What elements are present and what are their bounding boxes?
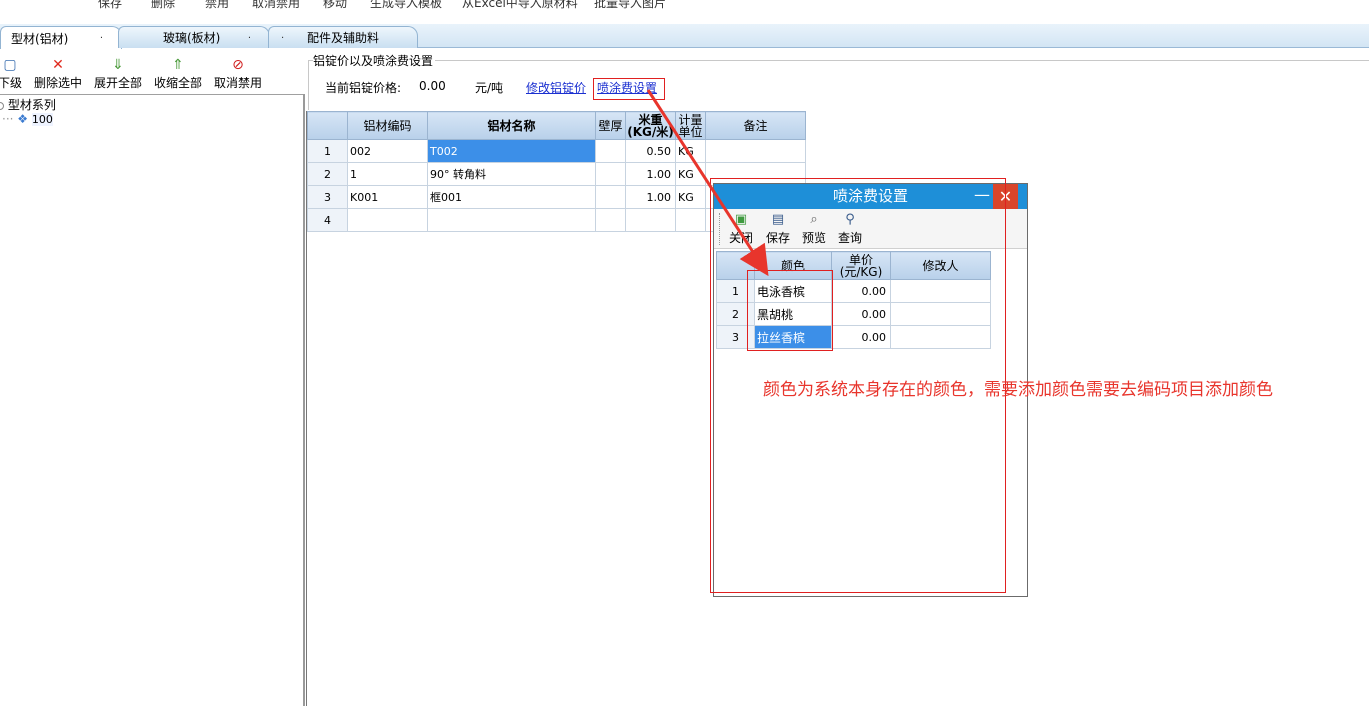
splitter[interactable] <box>303 94 305 706</box>
ingot-group-title: 铝锭价以及喷涂费设置 <box>313 52 436 69</box>
row-number: 2 <box>307 162 348 186</box>
cell-weight[interactable]: 1.00 <box>625 185 676 209</box>
row-number: 4 <box>307 208 348 232</box>
grid-left-border <box>306 111 307 706</box>
cell-unit[interactable]: KG <box>675 162 706 186</box>
cell-thickness[interactable] <box>595 208 626 232</box>
unban-label: 取消禁用 <box>214 76 263 90</box>
add-child-label: 下级 <box>0 76 23 90</box>
toolbar-import-images-button[interactable]: 批量导入图片 <box>594 0 666 11</box>
col-note[interactable]: 备注 <box>705 111 806 140</box>
delete-selected-button[interactable]: ✕ 删除选中 <box>34 56 82 92</box>
cube-icon: ❖ <box>17 112 29 126</box>
row-number-header <box>307 111 348 140</box>
cell-code[interactable]: 002 <box>347 139 428 163</box>
unban-icon: ⊘ <box>232 57 244 73</box>
collapse-all-label: 收缩全部 <box>154 76 203 90</box>
cell-note[interactable] <box>705 139 806 163</box>
highlight-spray-link <box>593 78 665 100</box>
col-thickness[interactable]: 壁厚 <box>595 111 626 140</box>
cell-thickness[interactable] <box>595 162 626 186</box>
cell-unit[interactable] <box>675 208 706 232</box>
delete-x-icon: ✕ <box>52 57 64 73</box>
tab-accessories[interactable]: . 配件及辅助料 <box>268 26 418 48</box>
row-number: 3 <box>307 185 348 209</box>
tab-dot: . <box>247 30 251 41</box>
cell-code[interactable]: 1 <box>347 162 428 186</box>
tree-toggle-icon[interactable] <box>0 101 4 110</box>
left-toolbar: ▢ 下级 ✕ 删除选中 ⇓ 展开全部 ⇑ 收缩全部 ⊘ 取消禁用 <box>0 52 304 94</box>
tab-glass[interactable]: 玻璃(板材) . <box>118 26 270 48</box>
unban-button[interactable]: ⊘ 取消禁用 <box>214 56 262 92</box>
tab-dot: . <box>99 30 103 41</box>
annotation-note: 颜色为系统本身存在的颜色，需要添加颜色需要去编码项目添加颜色 <box>763 380 1273 400</box>
tab-dot: . <box>281 30 285 41</box>
tab-label: 型材(铝材) <box>11 31 69 46</box>
cell-weight[interactable]: 1.00 <box>625 162 676 186</box>
ingot-price-label: 当前铝锭价格: <box>325 81 402 95</box>
cell-name[interactable]: 框001 <box>427 185 596 209</box>
collapse-all-button[interactable]: ⇑ 收缩全部 <box>154 56 202 92</box>
tree-node-label: 100 <box>31 113 53 126</box>
cell-name[interactable]: 90° 转角料 <box>427 162 596 186</box>
cell-weight[interactable]: 0.50 <box>625 139 676 163</box>
toolbar-save-button[interactable]: 保存 <box>98 0 122 11</box>
col-unit[interactable]: 计量 单位 <box>675 111 706 140</box>
tab-profile-aluminum[interactable]: 型材(铝材) . <box>0 26 122 49</box>
collapse-icon: ⇑ <box>172 57 184 73</box>
cell-code[interactable]: K001 <box>347 185 428 209</box>
toolbar-template-button[interactable]: 生成导入模板 <box>370 0 442 11</box>
cell-name[interactable]: T002 <box>427 139 596 163</box>
cell-unit[interactable]: KG <box>675 139 706 163</box>
edit-ingot-price-link[interactable]: 修改铝锭价 <box>526 79 586 96</box>
add-child-icon: ▢ <box>3 57 17 73</box>
cell-code[interactable] <box>347 208 428 232</box>
col-weight[interactable]: 米重 (KG/米) <box>625 111 676 140</box>
expand-all-button[interactable]: ⇓ 展开全部 <box>94 56 142 92</box>
row-number: 1 <box>307 139 348 163</box>
cell-name[interactable] <box>427 208 596 232</box>
ingot-unit: 元/吨 <box>475 81 504 95</box>
toolbar-disable-button[interactable]: 禁用 <box>205 0 229 11</box>
tab-label: 配件及辅助料 <box>307 31 380 45</box>
left-divider <box>0 94 304 95</box>
expand-all-label: 展开全部 <box>94 76 143 90</box>
expand-icon: ⇓ <box>112 57 124 73</box>
toolbar-enable-button[interactable]: 取消禁用 <box>252 0 300 11</box>
add-child-button[interactable]: ▢ 下级 <box>0 56 22 92</box>
ingot-price-value: 0.00 <box>419 79 446 93</box>
delete-selected-label: 删除选中 <box>34 76 83 90</box>
tree-node[interactable]: ··· ❖ 100 <box>2 112 53 126</box>
col-code[interactable]: 铝材编码 <box>347 111 428 140</box>
toolbar-import-excel-button[interactable]: 从Excel中导入原材料 <box>462 0 578 11</box>
highlight-color-column <box>747 270 833 351</box>
cell-weight[interactable] <box>625 208 676 232</box>
cell-thickness[interactable] <box>595 139 626 163</box>
ingot-group-box <box>308 60 1369 110</box>
table-row[interactable]: 1 002 T002 0.50 KG <box>307 139 806 163</box>
tree-connector: ··· <box>2 112 14 126</box>
toolbar-move-button[interactable]: 移动 <box>323 0 347 11</box>
tab-strip: 型材(铝材) . 玻璃(板材) . . 配件及辅助料 <box>0 24 1369 49</box>
tree-root[interactable]: 型材系列 <box>0 96 56 113</box>
top-toolbar: 保存 删除 禁用 取消禁用 移动 生成导入模板 从Excel中导入原材料 批量导… <box>0 0 1369 24</box>
cell-unit[interactable]: KG <box>675 185 706 209</box>
cell-thickness[interactable] <box>595 185 626 209</box>
tab-label: 玻璃(板材) <box>163 31 221 45</box>
tree-root-label: 型材系列 <box>7 98 56 112</box>
toolbar-delete-button[interactable]: 删除 <box>151 0 175 11</box>
col-name[interactable]: 铝材名称 <box>427 111 596 140</box>
